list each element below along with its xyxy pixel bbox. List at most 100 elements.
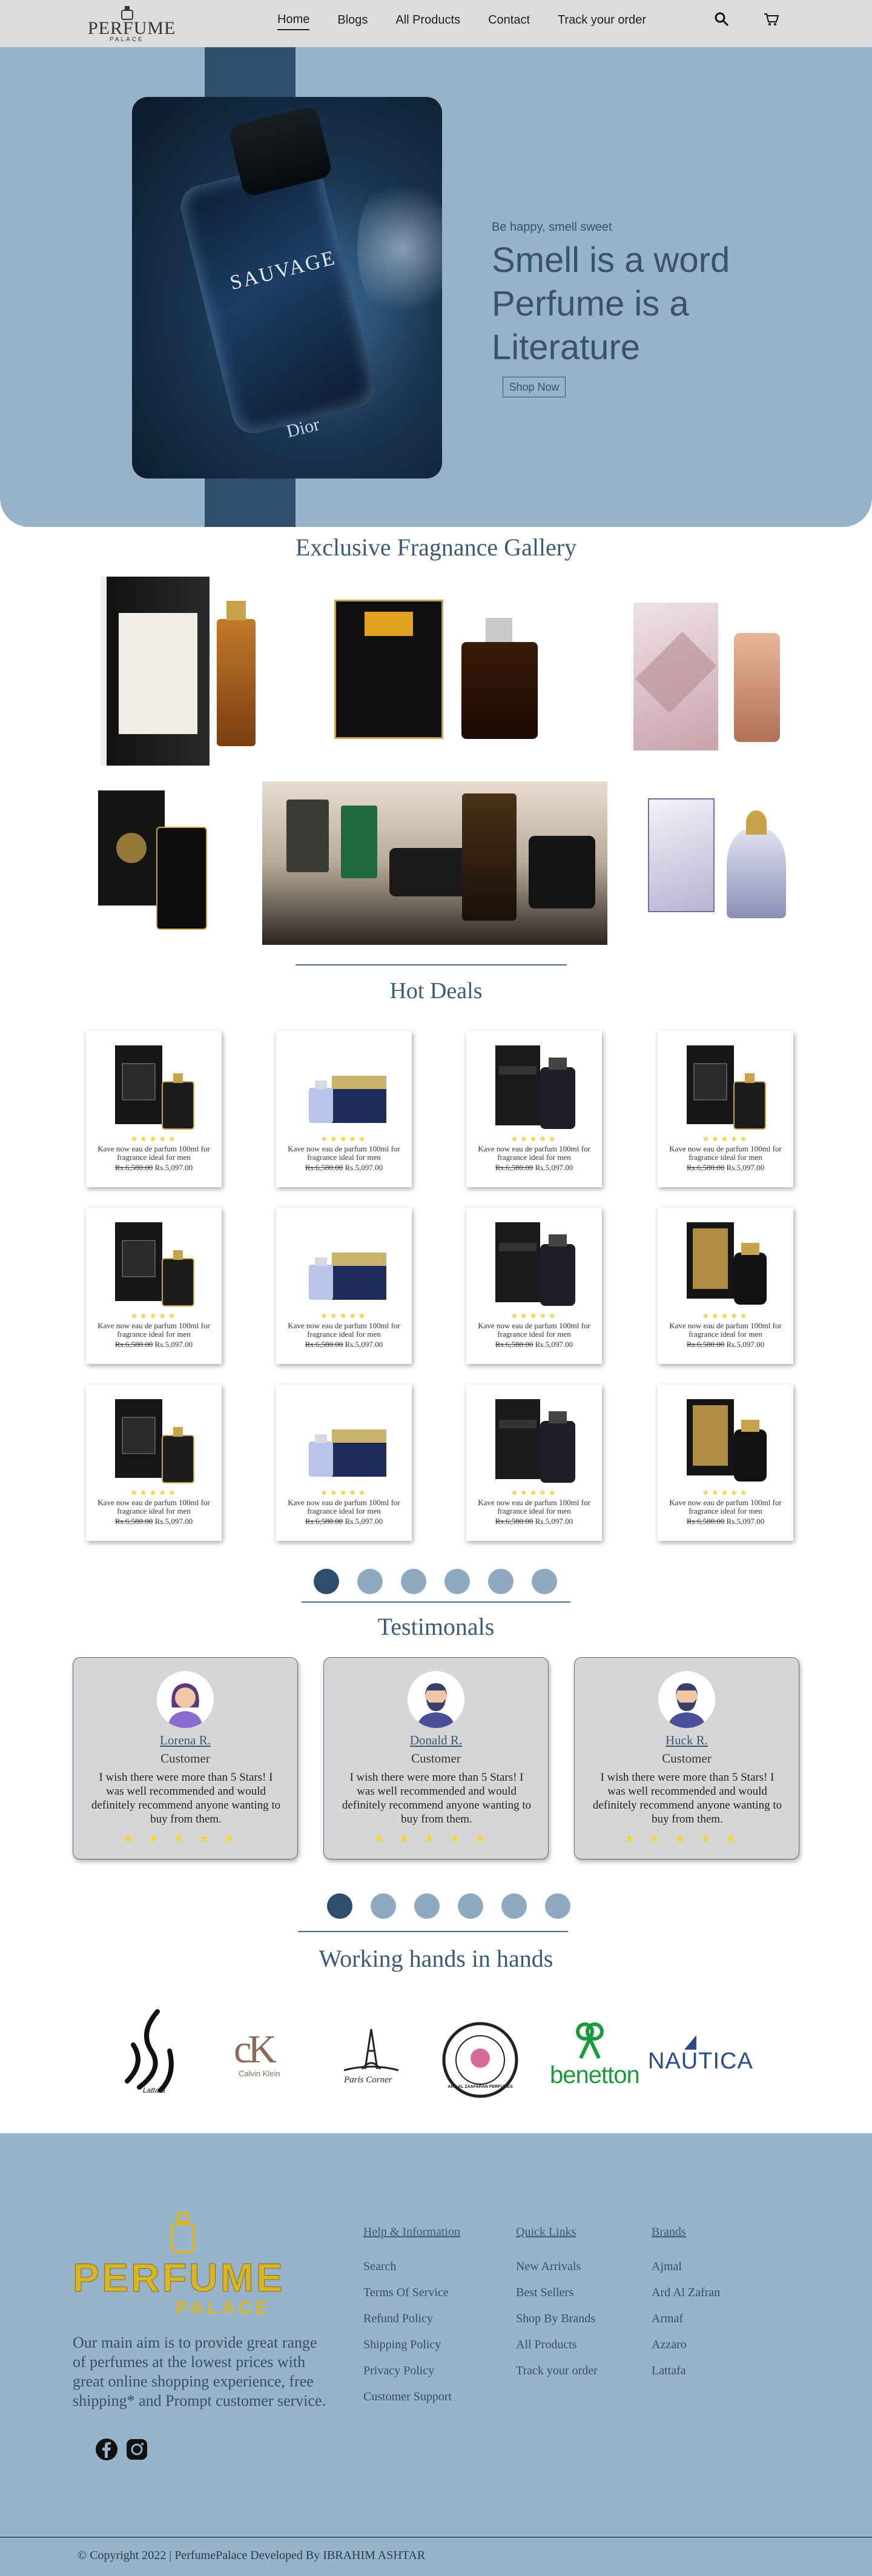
footer-column-brands: Brands Ajmal Ard Al Zafran Armaf Azzaro … (652, 2225, 720, 2390)
bottle-2 (341, 806, 377, 878)
bottle-cap (226, 601, 246, 620)
gallery-image-tom-ford-collection[interactable] (262, 781, 607, 945)
gallery-image-black-gold[interactable] (98, 790, 207, 936)
footer-logo[interactable]: PERFUME PALACE (73, 2212, 283, 2321)
footer-column-heading[interactable]: Quick Links (516, 2225, 598, 2239)
gallery-image-amir-al-oud[interactable] (101, 577, 256, 766)
cart-icon[interactable] (763, 11, 780, 28)
current-price: Rs.5,097.00 (345, 1163, 383, 1172)
pagination-dot[interactable] (458, 1893, 483, 1919)
footer-link-best-sellers[interactable]: Best Sellers (516, 2286, 598, 2312)
search-icon[interactable] (713, 11, 730, 28)
pagination-dot[interactable] (488, 1569, 514, 1594)
product-card[interactable]: ★★★★★ Kave now eau de parfum 100ml for fr… (658, 1385, 793, 1541)
facebook-icon[interactable] (94, 2437, 119, 2462)
gallery-image-purple-perfume[interactable] (648, 798, 788, 919)
product-card[interactable]: ★★★★★ Kave now eau de parfum 100ml for fr… (466, 1208, 602, 1364)
product-card[interactable]: ★★★★★ Kave now eau de parfum 100ml for fr… (658, 1208, 793, 1364)
footer-link-lattafa[interactable]: Lattafa (652, 2364, 720, 2390)
nav-contact[interactable]: Contact (488, 13, 530, 30)
brand-logo-benetton[interactable]: benetton (547, 2021, 640, 2093)
footer-link-support[interactable]: Customer Support (363, 2390, 460, 2416)
footer-description: Our main aim is to provide great range o… (73, 2334, 326, 2409)
perfume-bottle (217, 619, 256, 746)
rating-stars: ★★★★★ (372, 1831, 500, 1846)
footer-link-ard-al-zafran[interactable]: Ard Al Zafran (652, 2286, 720, 2312)
product-card[interactable]: ★★★★★ Kave now eau de parfum 100ml for fr… (276, 1208, 412, 1364)
product-card[interactable]: ★★★★★ Kave now eau de parfum 100ml for fr… (86, 1031, 222, 1187)
product-card[interactable]: ★★★★★ Kave now eau de parfum 100ml for fr… (658, 1031, 793, 1187)
product-card[interactable]: ★★★★★ Kave now eau de parfum 100ml for fr… (466, 1385, 602, 1541)
product-title: Kave now eau de parfum 100ml for fragran… (288, 1144, 400, 1162)
product-image (687, 1045, 766, 1130)
product-card[interactable]: ★★★★★ Kave now eau de parfum 100ml for fr… (276, 1385, 412, 1541)
pagination-dot[interactable] (414, 1893, 440, 1919)
bottle-cap (746, 810, 767, 835)
lattafa-calligraphy-icon (125, 2009, 174, 2093)
avatar (157, 1671, 214, 1728)
shop-now-button[interactable]: Shop Now (503, 377, 566, 397)
nav-home[interactable]: Home (277, 13, 310, 30)
pagination-dot[interactable] (401, 1569, 426, 1594)
brand-logo-ard-al-zaafaran[interactable]: ARD AL ZAAFARAN PERFUMES (441, 2021, 520, 2099)
footer-link-shipping[interactable]: Shipping Policy (363, 2338, 460, 2364)
pagination-dot[interactable] (327, 1893, 352, 1919)
brand-logo-calvin-klein[interactable]: cK Calvin Klein (231, 2027, 292, 2081)
pagination-dot[interactable] (532, 1569, 557, 1594)
footer-link-azzaro[interactable]: Azzaro (652, 2338, 720, 2364)
product-card[interactable]: ★★★★★ Kave now eau de parfum 100ml for fr… (86, 1385, 222, 1541)
product-prices: Rs.6,580.00 Rs.5,097.00 (86, 1163, 222, 1173)
rating-stars: ★★★★★ (122, 1831, 249, 1846)
nav-all-products[interactable]: All Products (395, 13, 460, 30)
pagination-dot[interactable] (314, 1569, 339, 1594)
pagination-dot[interactable] (444, 1569, 470, 1594)
current-price: Rs.5,097.00 (535, 1517, 573, 1526)
testimonial-name[interactable]: Lorena R. (73, 1733, 297, 1748)
pagination-dot[interactable] (357, 1569, 383, 1594)
brand-logo-nautica[interactable]: NAUTICA (648, 2033, 757, 2081)
site-logo[interactable]: PERFUME PALACE (88, 5, 175, 44)
pagination-dot[interactable] (545, 1893, 570, 1919)
product-card[interactable]: ★★★★★ Kave now eau de parfum 100ml for fr… (86, 1208, 222, 1364)
product-card[interactable]: ★★★★★ Kave now eau de parfum 100ml for fr… (276, 1031, 412, 1187)
top-navbar: PERFUME PALACE Home Blogs All Products C… (0, 0, 872, 47)
footer-column-heading[interactable]: Help & Information (363, 2225, 460, 2239)
footer-link-new-arrivals[interactable]: New Arrivals (516, 2260, 598, 2286)
gallery-image-charuto[interactable] (334, 600, 538, 739)
product-title: Kave now eau de parfum 100ml for fragran… (669, 1321, 782, 1339)
pagination-dot[interactable] (501, 1893, 527, 1919)
old-price: Rs.6,580.00 (114, 1163, 153, 1172)
footer-link-refund[interactable]: Refund Policy (363, 2312, 460, 2338)
footer-link-ajmal[interactable]: Ajmal (652, 2260, 720, 2286)
pagination-dot[interactable] (371, 1893, 396, 1919)
testimonial-text: I wish there were more than 5 Stars! I w… (342, 1771, 532, 1826)
footer-link-armaf[interactable]: Armaf (652, 2312, 720, 2338)
footer-link-privacy[interactable]: Privacy Policy (363, 2364, 460, 2390)
footer-link-track-order[interactable]: Track your order (516, 2364, 598, 2390)
brand-logo-lattafa[interactable]: Lattafa (115, 2008, 188, 2098)
old-price: Rs.6,580.00 (305, 1340, 343, 1349)
product-prices: Rs.6,580.00 Rs.5,097.00 (658, 1163, 793, 1173)
old-price: Rs.6,580.00 (495, 1517, 533, 1526)
footer-link-search[interactable]: Search (363, 2260, 460, 2286)
product-image (495, 1222, 575, 1306)
brand-logo-paris-corner[interactable]: Paris Corner (332, 2027, 411, 2087)
eiffel-tower-icon (343, 2028, 399, 2071)
gallery-image-pink-perfume[interactable] (633, 603, 782, 750)
testimonial-card: Lorena R. Customer I wish there were mor… (73, 1657, 298, 1859)
footer-link-terms[interactable]: Terms Of Service (363, 2286, 460, 2312)
box-label (119, 613, 197, 734)
current-price: Rs.5,097.00 (345, 1517, 383, 1526)
footer-link-all-products[interactable]: All Products (516, 2338, 598, 2364)
testimonial-name[interactable]: Donald R. (324, 1733, 548, 1748)
product-card[interactable]: ★★★★★ Kave now eau de parfum 100ml for fr… (466, 1031, 602, 1187)
product-prices: Rs.6,580.00 Rs.5,097.00 (466, 1517, 602, 1526)
footer-link-shop-by-brands[interactable]: Shop By Brands (516, 2312, 598, 2338)
current-price: Rs.5,097.00 (535, 1340, 573, 1349)
nav-track-order[interactable]: Track your order (558, 13, 646, 30)
testimonial-name[interactable]: Huck R. (575, 1733, 799, 1748)
old-price: Rs.6,580.00 (114, 1517, 153, 1526)
nav-blogs[interactable]: Blogs (337, 13, 368, 30)
instagram-icon[interactable] (125, 2437, 149, 2462)
footer-column-heading[interactable]: Brands (652, 2225, 720, 2239)
